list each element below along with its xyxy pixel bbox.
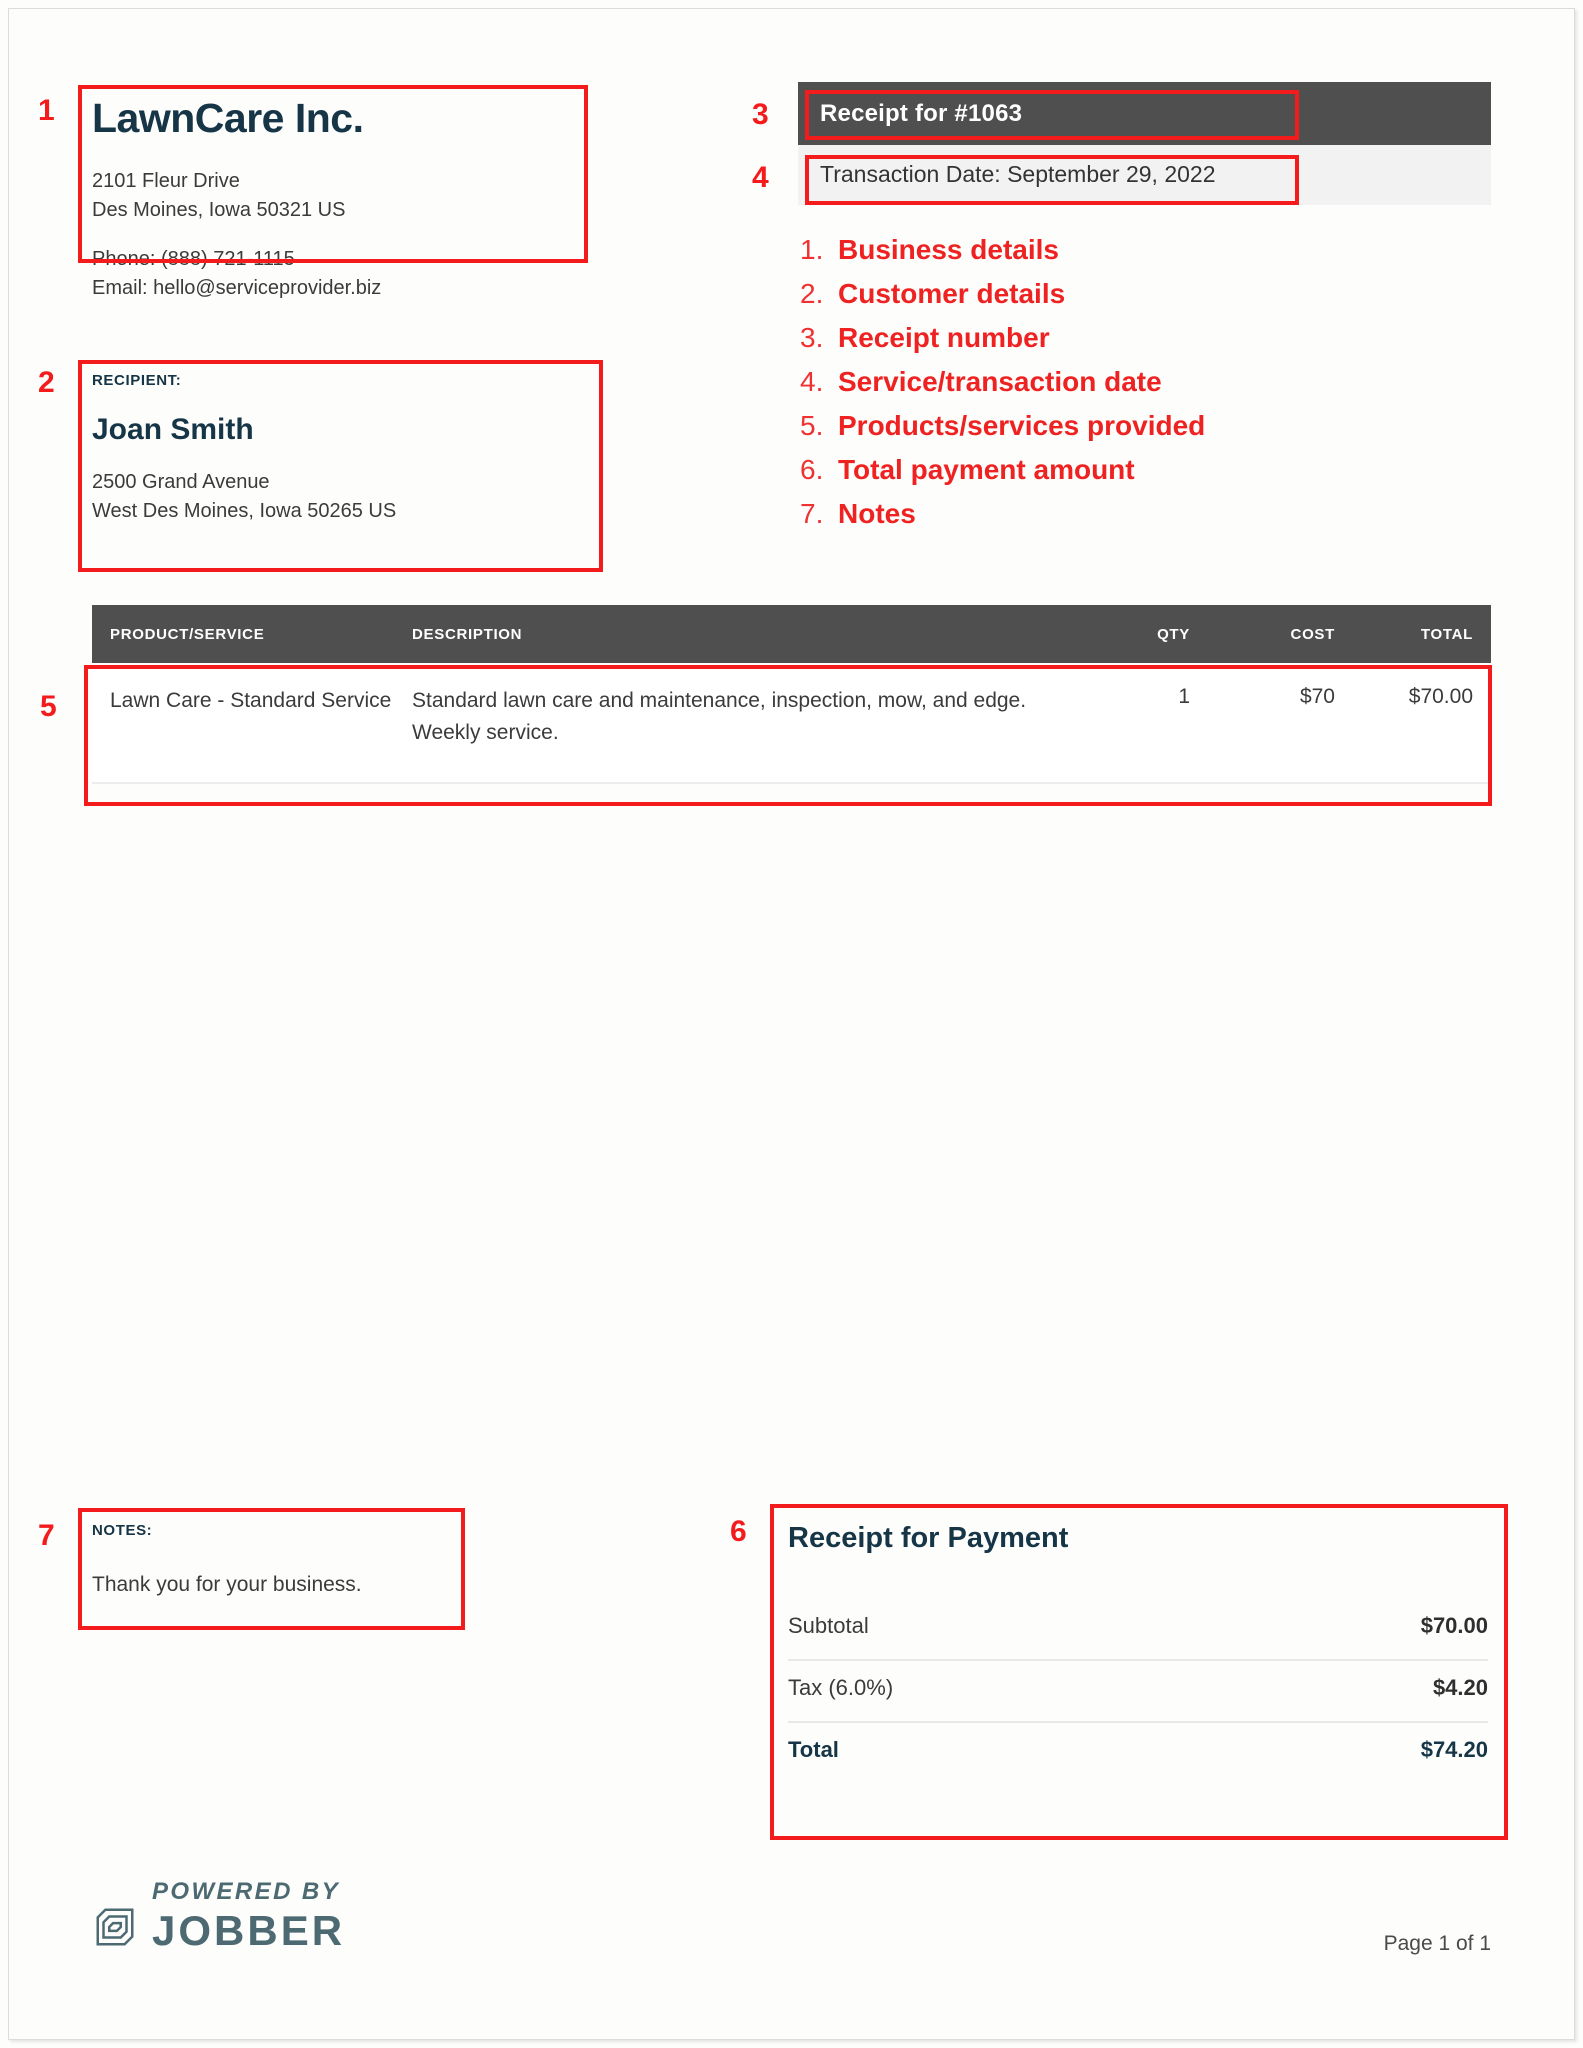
summary-value: $70.00 [1420,1613,1488,1638]
legend-label: Products/services provided [838,409,1206,441]
business-phone: Phone: (888) 721-1115 [92,248,295,271]
jobber-wordmark: POWERED BY JOBBER [152,1880,345,1952]
legend-number: 7. [800,497,824,529]
list-item: 3. Receipt number [800,320,1440,357]
cell-cost: $70 [1299,685,1335,708]
business-name: LawnCare Inc. [92,95,364,141]
legend-label: Notes [838,497,916,529]
annotation-legend-list: 1. Business details 2. Customer details … [800,232,1440,540]
annotation-marker-2: 2 [38,366,55,399]
legend-number: 3. [800,321,824,353]
jobber-mark-icon [96,1908,134,1946]
annotation-marker-4: 4 [752,161,769,194]
summary-label: Subtotal [788,1613,869,1638]
table-header-row: PRODUCT/SERVICE DESCRIPTION QTY COST TOT… [92,605,1491,663]
notes-label: NOTES: [92,1522,153,1539]
list-item: 1. Business details [800,232,1440,269]
list-item: 6. Total payment amount [800,452,1440,489]
business-email: Email: hello@serviceprovider.biz [92,277,382,300]
cell-description: Standard lawn care and maintenance, insp… [412,689,1027,744]
annotation-marker-7: 7 [38,1519,55,1552]
legend-number: 4. [800,365,824,397]
business-address-line-2: Des Moines, Iowa 50321 US [92,199,346,222]
legend-label: Total payment amount [838,453,1135,485]
receipt-document-page: LawnCare Inc. 2101 Fleur Drive Des Moine… [0,0,1583,2048]
recipient-details-block: RECIPIENT: Joan Smith 2500 Grand Avenue … [92,372,522,526]
legend-number: 6. [800,453,824,485]
legend-number: 2. [800,277,824,309]
summary-value: $4.20 [1432,1675,1488,1700]
annotation-marker-1: 1 [38,94,55,127]
table-row: Lawn Care - Standard Service Standard la… [92,663,1491,784]
summary-row-total: Total $74.20 [788,1723,1488,1783]
list-item: 7. Notes [800,496,1440,533]
recipient-name: Joan Smith [92,413,254,446]
column-header-description: DESCRIPTION [412,625,523,643]
cell-qty: 1 [1178,685,1190,708]
list-item: 2. Customer details [800,276,1440,313]
summary-row-subtotal: Subtotal $70.00 [788,1599,1488,1661]
recipient-label: RECIPIENT: [92,372,182,389]
summary-row-tax: Tax (6.0%) $4.20 [788,1661,1488,1723]
line-items-table: PRODUCT/SERVICE DESCRIPTION QTY COST TOT… [92,605,1491,784]
legend-label: Customer details [838,277,1066,309]
legend-label: Receipt number [838,321,1050,353]
column-header-product: PRODUCT/SERVICE [110,625,265,643]
legend-label: Business details [838,234,1059,265]
list-item: 5. Products/services provided [800,408,1440,445]
recipient-address-line-2: West Des Moines, Iowa 50265 US [92,500,397,522]
annotation-marker-5: 5 [40,690,57,723]
powered-by-label: POWERED BY [152,1878,341,1905]
cell-total: $70.00 [1408,685,1473,708]
annotation-marker-6: 6 [730,1515,747,1548]
summary-label: Total [788,1737,839,1762]
payment-summary-block: Receipt for Payment Subtotal $70.00 Tax … [788,1522,1488,1783]
jobber-brand-label: JOBBER [152,1907,346,1954]
column-header-total: TOTAL [1420,625,1473,643]
transaction-date: Transaction Date: September 29, 2022 [820,161,1216,187]
payment-summary-title: Receipt for Payment [788,1522,1069,1554]
legend-label: Service/transaction date [838,365,1162,397]
annotation-marker-3: 3 [752,98,769,131]
column-header-qty: QTY [1157,625,1190,643]
summary-value: $74.20 [1420,1737,1488,1762]
receipt-title: Receipt for #1063 [820,100,1023,127]
powered-by-jobber-logo: POWERED BY JOBBER [92,1880,345,1952]
legend-number: 5. [800,409,824,441]
page-number: Page 1 of 1 [1383,1932,1491,1955]
business-details-block: LawnCare Inc. 2101 Fleur Drive Des Moine… [92,95,522,303]
cell-product: Lawn Care - Standard Service [110,689,392,712]
notes-block: NOTES: Thank you for your business. [92,1522,452,1597]
column-header-cost: COST [1290,625,1335,643]
legend-number: 1. [800,234,824,265]
list-item: 4. Service/transaction date [800,364,1440,401]
summary-label: Tax (6.0%) [788,1675,894,1700]
recipient-address-line-1: 2500 Grand Avenue [92,471,270,493]
receipt-title-bar: Receipt for #1063 [798,82,1491,145]
transaction-date-bar: Transaction Date: September 29, 2022 [798,145,1491,205]
business-address-line-1: 2101 Fleur Drive [92,170,240,193]
notes-body: Thank you for your business. [92,1573,362,1596]
